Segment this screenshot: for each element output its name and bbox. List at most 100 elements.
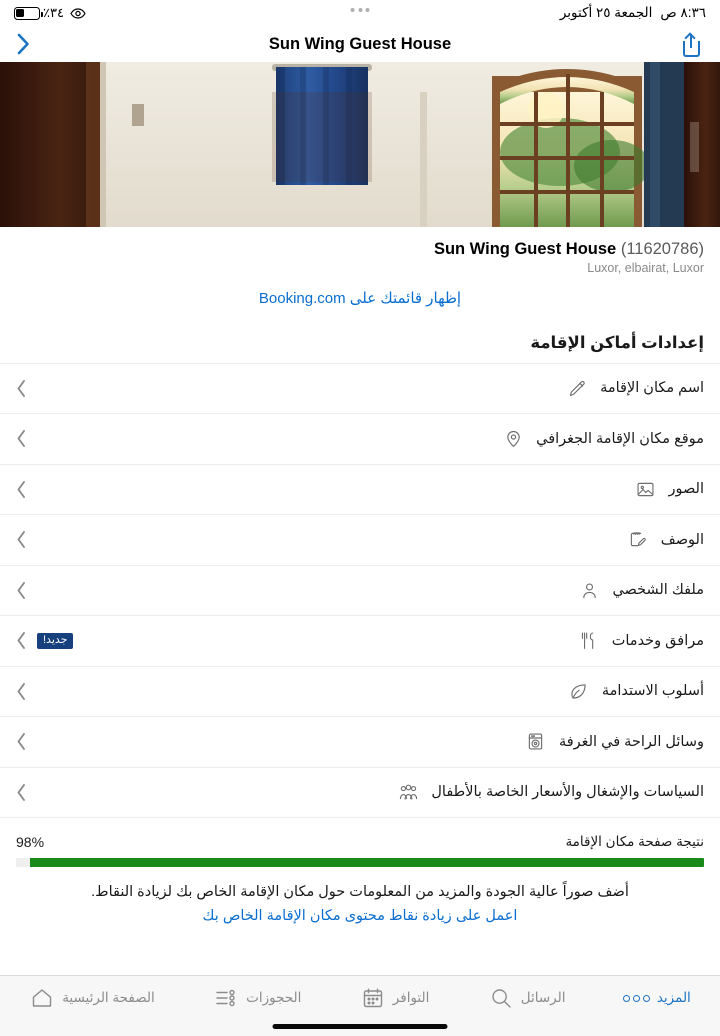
row-chevron[interactable] <box>16 379 27 398</box>
person-icon-wrap <box>578 579 600 601</box>
settings-row-4[interactable]: ملفك الشخصي <box>0 565 720 617</box>
row-content: مرافق وخدمات <box>578 630 704 652</box>
photo-icon-wrap <box>634 478 656 500</box>
settings-row-5[interactable]: مرافق وخدمات جديد! <box>0 616 720 667</box>
status-bar: ٪٣٤ الجمعة ٢٥ أكتوبر ٨:٣٦ ص <box>0 0 720 26</box>
battery-fill <box>16 8 24 18</box>
chevron-left-icon <box>17 480 25 498</box>
row-trailing <box>16 783 27 802</box>
score-percent: 98% <box>16 834 45 851</box>
chevron-left-icon <box>17 733 25 751</box>
property-info: (11620786) Sun Wing Guest House Luxor, e… <box>0 227 720 311</box>
person-icon <box>583 583 596 598</box>
property-hero-image[interactable] <box>0 62 720 227</box>
tab-0[interactable]: الصفحة الرئيسية <box>29 985 155 1011</box>
row-chevron[interactable] <box>16 732 27 751</box>
row-trailing <box>16 429 27 448</box>
bottom-tab-bar: المزيد الرسائل التوافر الحجوزات الصفحة الرئي… <box>0 975 720 1036</box>
tab-2[interactable]: التوافر <box>360 985 430 1011</box>
settings-row-label: أسلوب الاستدامة <box>601 683 704 700</box>
row-content: الصور <box>634 478 704 500</box>
row-trailing <box>16 379 27 398</box>
clipboard-pencil-icon <box>631 532 647 547</box>
settings-row-0[interactable]: اسم مكان الإقامة <box>0 363 720 415</box>
leaf-icon-wrap <box>568 680 590 702</box>
pencil-icon-wrap <box>566 377 588 399</box>
property-name: Sun Wing Guest House <box>433 240 617 258</box>
row-trailing: جديد! <box>16 631 74 650</box>
tab-4[interactable]: المزيد <box>623 985 691 1011</box>
settings-row-2[interactable]: الصور <box>0 464 720 516</box>
property-page-score: نتيجة صفحة مكان الإقامة 98% أضف صوراً عا… <box>0 818 720 924</box>
row-chevron[interactable] <box>16 682 27 701</box>
score-header: نتيجة صفحة مكان الإقامة 98% <box>16 834 704 850</box>
eye-icon <box>70 7 86 19</box>
settings-row-8[interactable]: السياسات والإشغال والأسعار الخاصة بالأطف… <box>0 767 720 819</box>
location-pin-icon <box>506 431 520 448</box>
battery-percent-label: ٪٣٤ <box>43 5 64 20</box>
tab-label: الرسائل <box>520 990 566 1005</box>
row-content: وسائل الراحة في الغرفة <box>525 731 704 753</box>
property-name-row: (11620786) Sun Wing Guest House <box>16 239 704 260</box>
settings-row-7[interactable]: وسائل الراحة في الغرفة <box>0 717 720 768</box>
more-dots-icon-wrap <box>623 985 651 1011</box>
score-progress-bar <box>16 858 704 868</box>
tab-label: المزيد <box>656 990 691 1005</box>
family-icon-wrap <box>397 781 419 803</box>
tab-3[interactable]: الرسائل <box>488 985 566 1011</box>
home-indicator <box>272 1023 448 1029</box>
photo-icon <box>637 482 654 497</box>
row-content: السياسات والإشغال والأسعار الخاصة بالأطف… <box>397 781 704 803</box>
status-bar-right: الجمعة ٢٥ أكتوبر ٨:٣٦ ص <box>560 5 706 21</box>
score-cta-link[interactable]: اعمل على زيادة نقاط محتوى مكان الإقامة ا… <box>16 908 704 924</box>
nav-bar: Sun Wing Guest House <box>0 26 720 62</box>
chevron-left-icon <box>17 531 25 549</box>
settings-list: اسم مكان الإقامة موقع مكان الإقامة الجغرا… <box>0 362 720 819</box>
cutlery-icon-wrap <box>578 630 600 652</box>
settings-row-label: السياسات والإشغال والأسعار الخاصة بالأطف… <box>431 784 704 801</box>
share-icon[interactable] <box>680 31 704 57</box>
battery-indicator: ٪٣٤ <box>14 5 64 21</box>
score-progress-fill <box>29 858 704 868</box>
leaf-icon <box>571 684 586 699</box>
cutlery-icon <box>582 632 594 650</box>
room-photo <box>0 62 720 227</box>
battery-icon <box>14 6 43 20</box>
chevron-left-icon <box>17 783 25 801</box>
settings-row-6[interactable]: أسلوب الاستدامة <box>0 666 720 718</box>
chevron-left-icon <box>17 682 25 700</box>
row-chevron[interactable] <box>16 581 27 600</box>
page-title: Sun Wing Guest House <box>268 34 452 53</box>
settings-row-label: مرافق وخدمات <box>611 632 704 649</box>
row-chevron[interactable] <box>16 429 27 448</box>
score-description: أضف صوراً عالية الجودة والمزيد من المعلو… <box>91 884 629 901</box>
row-chevron[interactable] <box>16 783 27 802</box>
row-content: الوصف <box>627 529 704 551</box>
settings-section-title: إعدادات أماكن الإقامة <box>530 333 704 352</box>
row-chevron[interactable] <box>16 631 27 650</box>
row-chevron[interactable] <box>16 480 27 499</box>
tab-label: الصفحة الرئيسية <box>62 990 155 1005</box>
view-listing-link[interactable]: إظهار قائمتك على Booking.com <box>16 289 704 307</box>
tab-1[interactable]: الحجوزات <box>213 985 301 1011</box>
home-icon-wrap <box>29 985 55 1011</box>
search-messages-icon-wrap <box>488 985 514 1011</box>
row-content: ملفك الشخصي <box>578 579 704 601</box>
row-chevron[interactable] <box>16 530 27 549</box>
row-trailing <box>16 581 27 600</box>
settings-row-label: الوصف <box>660 531 704 548</box>
settings-row-label: موقع مكان الإقامة الجغرافي <box>536 430 704 447</box>
dynamic-island-dots <box>350 8 370 12</box>
calendar-icon-wrap <box>360 985 386 1011</box>
status-bar-left: ٪٣٤ <box>14 5 86 21</box>
row-trailing <box>16 530 27 549</box>
tab-label: التوافر <box>392 990 430 1005</box>
chevron-left-icon <box>17 632 25 650</box>
chevron-right-icon[interactable] <box>16 32 31 56</box>
property-location: Luxor, elbairat, Luxor <box>587 260 704 275</box>
settings-row-3[interactable]: الوصف <box>0 515 720 566</box>
new-badge: جديد! <box>37 632 74 649</box>
settings-row-1[interactable]: موقع مكان الإقامة الجغرافي <box>0 414 720 465</box>
chevron-left-icon <box>17 581 25 599</box>
property-id: (11620786) <box>620 240 704 258</box>
